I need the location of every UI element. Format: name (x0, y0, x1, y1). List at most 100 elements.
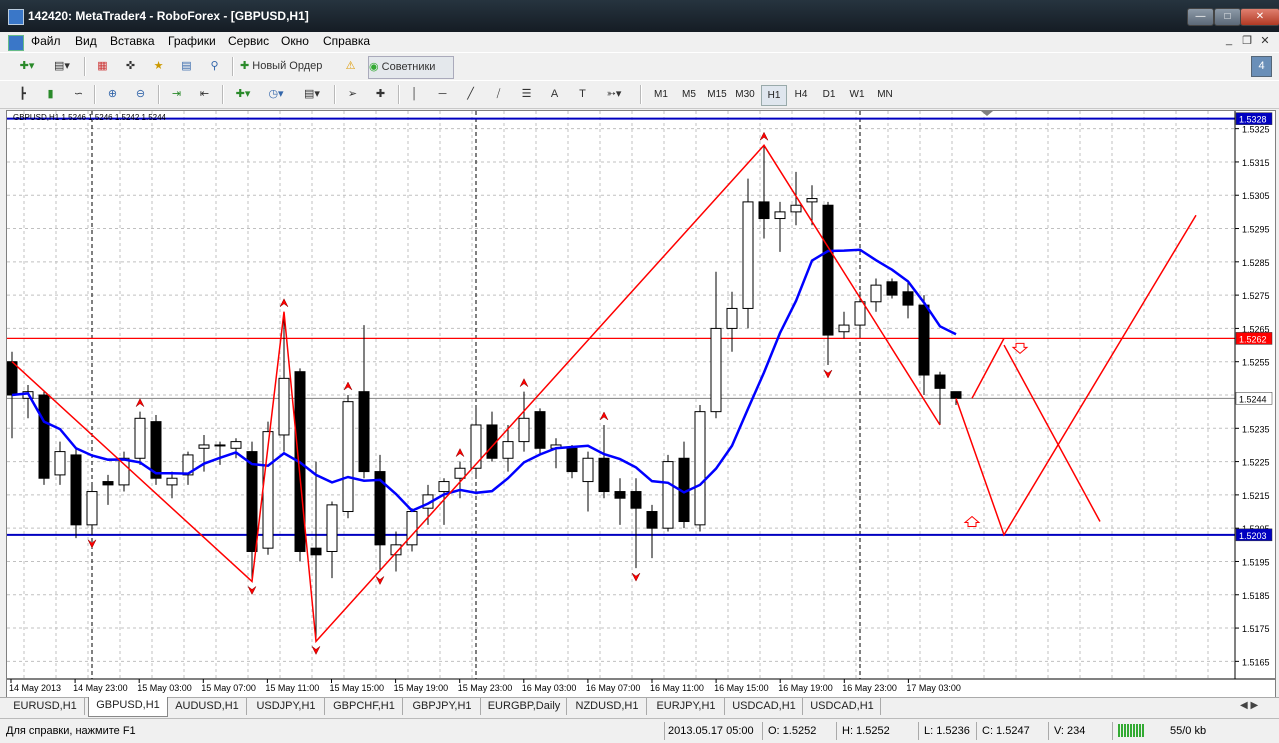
time-tick-label: 16 May 07:00 (586, 683, 641, 693)
chart-area[interactable]: 1.5325 1.5315 1.5305 1.5295 1.5285 1.5275 1.52… (6, 110, 1276, 698)
arrows-icon[interactable]: ➳▾ (600, 84, 628, 105)
tab-usdjpy[interactable]: USDJPY,H1 (248, 698, 325, 715)
price-tick-label: 1.5305 (1242, 191, 1270, 201)
tester-icon[interactable]: ⚲ (204, 56, 225, 77)
candle (310, 461, 322, 642)
price-label-current: 1.5244 (1239, 394, 1267, 404)
tab-scroll-arrows-icon[interactable]: ◀ ▶ (1240, 700, 1258, 711)
zoom-out-icon[interactable]: ⊖ (130, 84, 151, 105)
candle (886, 278, 898, 299)
timeframe-m5[interactable]: M5 (677, 85, 701, 104)
candle (134, 411, 146, 465)
market-watch-icon[interactable]: ▦ (92, 56, 113, 77)
equidistant-channel-icon[interactable]: ⧸ (488, 84, 509, 105)
tab-audusd[interactable]: AUDUSD,H1 (168, 698, 247, 715)
menu-window[interactable]: Окно (281, 34, 309, 48)
zoom-in-icon[interactable]: ⊕ (102, 84, 123, 105)
text-label-icon[interactable]: T (572, 84, 593, 105)
time-tick-label: 16 May 03:00 (522, 683, 577, 693)
status-volume: V: 234 (1054, 725, 1086, 737)
tab-gbpjpy[interactable]: GBPJPY,H1 (404, 698, 481, 715)
timeframe-h1[interactable]: H1 (761, 85, 787, 106)
price-tick-label: 1.5165 (1242, 657, 1270, 667)
status-help-text: Для справки, нажмите F1 (6, 725, 136, 737)
new-order-button[interactable]: ✚ Новый Ордер (240, 56, 336, 77)
fractal-down-arrow (823, 369, 833, 379)
bear-candle-body (614, 491, 626, 499)
bull-candle-body (454, 467, 466, 479)
menu-tools[interactable]: Сервис (228, 34, 269, 48)
favorites-icon[interactable]: ★ (148, 56, 169, 77)
bull-candle-body (86, 491, 98, 526)
maximize-button[interactable]: □ (1214, 8, 1241, 26)
menu-insert[interactable]: Вставка (110, 34, 155, 48)
timeframe-d1[interactable]: D1 (817, 85, 841, 104)
candlestick-icon[interactable]: ▮ (40, 84, 61, 105)
menu-view[interactable]: Вид (75, 34, 97, 48)
expert-advisors-icon: ◉ (369, 61, 379, 73)
timeframe-m15[interactable]: M15 (705, 85, 729, 104)
bear-candle-body (38, 394, 50, 479)
timeframe-mn[interactable]: MN (873, 85, 897, 104)
crosshair-icon[interactable]: ✚ (370, 84, 391, 105)
menu-charts[interactable]: Графики (168, 34, 216, 48)
chart-tabs: EURUSD,H1 GBPUSD,H1 AUDUSD,H1 USDJPY,H1 … (0, 697, 1279, 717)
expert-advisors-button[interactable]: ◉ Советники (368, 56, 454, 79)
time-tick-label: 16 May 23:00 (842, 683, 897, 693)
candle (806, 185, 818, 226)
chart-shift-icon[interactable]: ⇤ (194, 84, 215, 105)
indicators-icon[interactable]: ✚▾ (230, 84, 256, 105)
text-icon[interactable]: A (544, 84, 565, 105)
bull-candle-body (214, 444, 226, 447)
connection-status-icon[interactable] (1118, 724, 1144, 737)
minimize-button[interactable]: — (1187, 8, 1214, 26)
mdi-minimize-button[interactable]: _ (1221, 34, 1237, 49)
tab-gbpusd[interactable]: GBPUSD,H1 (88, 697, 168, 717)
vertical-line-icon[interactable]: │ (404, 84, 425, 105)
timeframe-m30[interactable]: M30 (733, 85, 757, 104)
autoscroll-icon[interactable]: ⇥ (166, 84, 187, 105)
cursor-icon[interactable]: ➢ (342, 84, 363, 105)
new-chart-icon[interactable]: ✚▾ (12, 56, 42, 77)
tab-gbpchf[interactable]: GBPCHF,H1 (326, 698, 403, 715)
tab-usdcad-2[interactable]: USDCAD,H1 (804, 698, 881, 715)
window-title: 142420: MetaTrader4 - RoboForex - [GBPUS… (28, 9, 309, 23)
mdi-close-button[interactable]: ✕ (1257, 34, 1273, 49)
alert-icon[interactable]: ⚠ (340, 56, 361, 77)
periods-icon[interactable]: ◷▾ (262, 84, 290, 105)
menu-help[interactable]: Справка (323, 34, 370, 48)
fibonacci-icon[interactable]: ☰ (516, 84, 537, 105)
tab-eurjpy[interactable]: EURJPY,H1 (648, 698, 725, 715)
timeframe-h4[interactable]: H4 (789, 85, 813, 104)
menu-file[interactable]: Файл (31, 34, 61, 48)
mdi-restore-button[interactable]: ❐ (1239, 34, 1255, 49)
tab-usdcad-1[interactable]: USDCAD,H1 (726, 698, 803, 715)
profiles-icon[interactable]: ▤▾ (48, 56, 76, 77)
bar-chart-icon[interactable]: ┣ (12, 84, 33, 105)
price-tick-label: 1.5175 (1242, 624, 1270, 634)
trendline-icon[interactable]: ╱ (460, 84, 481, 105)
price-tick-label: 1.5215 (1242, 491, 1270, 501)
time-tick-label: 16 May 15:00 (714, 683, 769, 693)
line-chart-icon[interactable]: ∽ (68, 84, 89, 105)
notifications-badge[interactable]: 4 (1251, 56, 1272, 77)
bull-candle-body (790, 204, 802, 213)
tab-nzdusd[interactable]: NZDUSD,H1 (568, 698, 647, 715)
time-tick-label: 17 May 03:00 (906, 683, 961, 693)
navigator-icon[interactable]: ✜ (120, 56, 141, 77)
standard-toolbar: ✚▾ ▤▾ ▦ ✜ ★ ▤ ⚲ ✚ Новый Ордер ⚠ ◉ Советн… (0, 52, 1279, 81)
price-chart[interactable]: 1.5325 1.5315 1.5305 1.5295 1.5285 1.5275 1.52… (7, 111, 1275, 697)
tab-eurgbp[interactable]: EURGBP,Daily (482, 698, 567, 715)
templates-icon[interactable]: ▤▾ (298, 84, 326, 105)
bull-candle-body (870, 284, 882, 303)
horizontal-line-icon[interactable]: ─ (432, 84, 453, 105)
chart-window-icon[interactable] (8, 35, 24, 51)
timeframe-m1[interactable]: M1 (649, 85, 673, 104)
tab-eurusd[interactable]: EURUSD,H1 (6, 698, 85, 715)
menu-bar: Файл Вид Вставка Графики Сервис Окно Спр… (0, 32, 1279, 52)
terminal-icon[interactable]: ▤ (176, 56, 197, 77)
close-button[interactable]: ✕ (1240, 8, 1279, 26)
status-datetime: 2013.05.17 05:00 (668, 725, 754, 737)
bear-candle-body (102, 481, 114, 486)
timeframe-w1[interactable]: W1 (845, 85, 869, 104)
